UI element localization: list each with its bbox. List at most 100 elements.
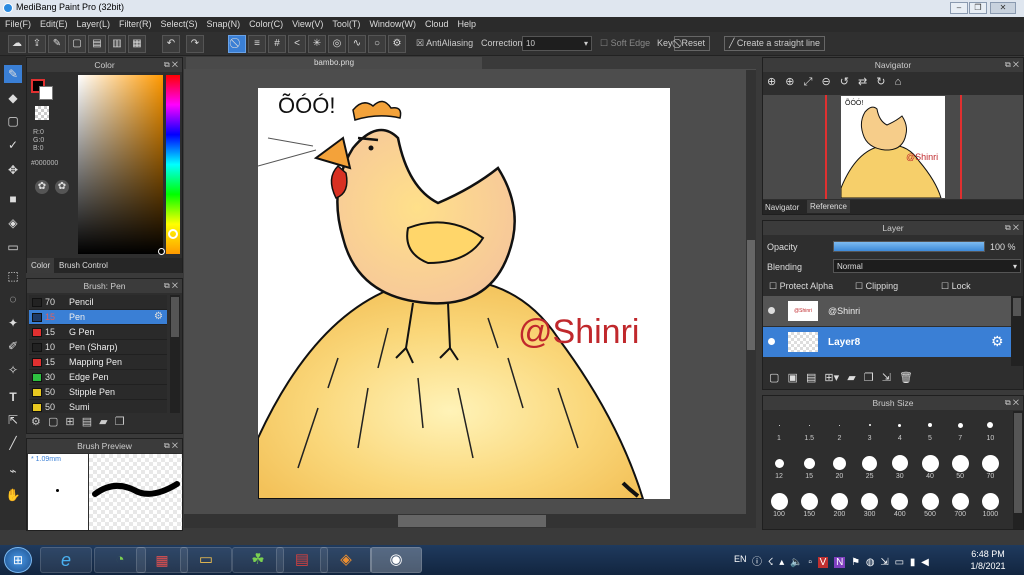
brush-size-option[interactable]: 25	[856, 453, 884, 480]
brush-size-option[interactable]: 3	[856, 415, 884, 442]
delete-layer-icon[interactable]: 🗑	[899, 372, 913, 384]
menu-view[interactable]: View(V)	[287, 17, 327, 31]
brush-size-option[interactable]: 1.5	[795, 415, 823, 442]
protect-alpha-checkbox[interactable]: ☐ Protect Alpha	[769, 281, 833, 292]
brush-new-icon[interactable]: ▢	[48, 416, 58, 428]
shape-tool-icon[interactable]: ■	[4, 190, 22, 208]
snap-vanishing-icon[interactable]: <	[288, 35, 306, 53]
brush-size-option[interactable]: 20	[825, 453, 853, 480]
page-manage-icon[interactable]: ▥	[108, 35, 126, 53]
antialiasing-checkbox[interactable]: ☒ AntiAliasing	[416, 38, 473, 49]
new-8bit-layer-icon[interactable]: ▤	[806, 372, 816, 384]
usb-tray-icon[interactable]: ⇲	[880, 557, 888, 568]
operation-tool-icon[interactable]: ⇱	[4, 411, 22, 429]
tab-reference[interactable]: Reference	[807, 200, 850, 213]
brush-size-option[interactable]: 50	[946, 453, 974, 480]
eraser-tool-icon[interactable]: ◆	[4, 89, 22, 107]
brush-list-icon[interactable]: ▤	[82, 416, 92, 428]
reset-button[interactable]: ⃠ Reset	[674, 36, 711, 51]
brush-size-option[interactable]: 700	[946, 491, 974, 518]
saturation-value-picker[interactable]	[78, 75, 163, 254]
soft-edge-checkbox[interactable]: ☐ Soft Edge	[600, 38, 650, 49]
share-icon[interactable]: ⇪	[28, 35, 46, 53]
canvas-vscroll[interactable]	[746, 70, 756, 514]
layer-row-layer8[interactable]: Layer8 ⚙	[763, 327, 1011, 357]
brush-item[interactable]: 50 Stipple Pen	[29, 385, 167, 400]
tab-navigator[interactable]: Navigator	[765, 203, 799, 212]
snap-circle-icon[interactable]: ◎	[328, 35, 346, 53]
correction-select[interactable]: 10 ▾	[522, 36, 592, 51]
brush-size-scrollbar[interactable]	[1013, 411, 1023, 529]
snap-ellipse-icon[interactable]: ○	[368, 35, 386, 53]
hue-slider[interactable]	[166, 75, 180, 254]
layer-settings-icon[interactable]: ⚙	[991, 333, 1004, 350]
duplicate-layer-icon[interactable]: ❐	[864, 372, 874, 384]
language-indicator[interactable]: EN	[734, 554, 747, 564]
tray-icon-n[interactable]: N	[834, 557, 846, 568]
menu-filter[interactable]: Filter(R)	[114, 17, 156, 31]
text-tool-icon[interactable]: T	[4, 388, 22, 406]
app-icon-orange[interactable]: ◈	[320, 547, 372, 573]
layer-row-shinri[interactable]: @Shinri @Shinri	[763, 296, 1011, 326]
menu-cloud[interactable]: Cloud	[420, 17, 453, 31]
menu-snap[interactable]: Snap(N)	[202, 17, 245, 31]
brush-size-option[interactable]: 100	[765, 491, 793, 518]
hand-tool-icon[interactable]: ✋	[4, 486, 22, 504]
redo-icon[interactable]: ↷	[186, 35, 204, 53]
brush-folder-icon[interactable]: ▰	[99, 416, 107, 428]
help-tray-icon[interactable]: ⓘ	[752, 557, 762, 568]
tray-icon-id[interactable]: ▫	[808, 557, 812, 568]
speaker-tray-icon[interactable]: ◀	[921, 557, 929, 568]
start-button[interactable]: ⊞	[4, 547, 32, 573]
brush-size-option[interactable]: 1	[765, 415, 793, 442]
new-layer-icon[interactable]: ▢	[769, 372, 779, 384]
zoom-out-icon[interactable]: ⊖	[821, 76, 830, 88]
dot-tool-icon[interactable]: ▢	[4, 112, 22, 130]
battery-tray-icon[interactable]: ▭	[895, 557, 904, 568]
brush-size-option[interactable]: 200	[825, 491, 853, 518]
clipping-checkbox[interactable]: ☐ Clipping	[855, 281, 898, 292]
snap-radial-icon[interactable]: ✳	[308, 35, 326, 53]
layer-visibility-icon[interactable]	[768, 307, 775, 314]
brush-size-option[interactable]: 40	[916, 453, 944, 480]
snap-off-icon[interactable]: ⃠	[228, 35, 246, 53]
lock-view-icon[interactable]: ⌂	[895, 76, 902, 88]
brush-settings-icon[interactable]: ⚙	[31, 416, 41, 428]
tab-color[interactable]: Color	[27, 258, 55, 273]
add-layer-dropdown-icon[interactable]: ⊞▾	[824, 372, 839, 384]
zoom-in-icon[interactable]: ⊕	[767, 76, 776, 88]
signal-tray-icon[interactable]: ▮	[910, 557, 916, 568]
ie-icon[interactable]: e	[40, 547, 92, 573]
background-color-swatch[interactable]	[39, 86, 53, 100]
brush-item[interactable]: 15 G Pen	[29, 325, 167, 340]
brush-add-icon[interactable]: ⊞	[65, 416, 74, 428]
eyedropper-icon[interactable]: ⌁	[4, 462, 22, 480]
merge-layer-icon[interactable]: ⇲	[882, 372, 891, 384]
gradient-tool-icon[interactable]: ▭	[4, 238, 22, 256]
select-tool-icon[interactable]: ⬚	[4, 267, 22, 285]
zoom-in-alt-icon[interactable]: ⊕	[785, 76, 794, 88]
brush-size-option[interactable]: 7	[946, 415, 974, 442]
menu-file[interactable]: File(F)	[0, 17, 35, 31]
brush-size-option[interactable]: 400	[886, 491, 914, 518]
explorer-icon[interactable]: ▭	[180, 547, 232, 573]
rotate-left-icon[interactable]: ↺	[840, 76, 849, 88]
palette-add-icon[interactable]: ✿	[55, 180, 69, 194]
brush-size-option[interactable]: 10	[976, 415, 1004, 442]
menu-edit[interactable]: Edit(E)	[35, 17, 72, 31]
brush-size-option[interactable]: 150	[795, 491, 823, 518]
new-halftone-layer-icon[interactable]: ▣	[787, 372, 797, 384]
brush-settings-icon[interactable]: ⚙	[154, 311, 163, 322]
blending-select[interactable]: Normal ▾	[833, 259, 1021, 273]
menu-color[interactable]: Color(C)	[244, 17, 287, 31]
brush-copy-icon[interactable]: ❐	[115, 416, 125, 428]
snap-settings-icon[interactable]: ⚙	[388, 35, 406, 53]
flag-tray-icon[interactable]: ⚑	[851, 557, 860, 568]
brush-size-option[interactable]: 2	[825, 415, 853, 442]
flip-icon[interactable]: ⇄	[858, 76, 867, 88]
clock[interactable]: 6:48 PM 1/8/2021	[966, 548, 1010, 572]
tray-icon-v[interactable]: V	[817, 557, 829, 568]
page-list-icon[interactable]: ▤	[88, 35, 106, 53]
menu-window[interactable]: Window(W)	[364, 17, 420, 31]
brush-size-option[interactable]: 4	[886, 415, 914, 442]
